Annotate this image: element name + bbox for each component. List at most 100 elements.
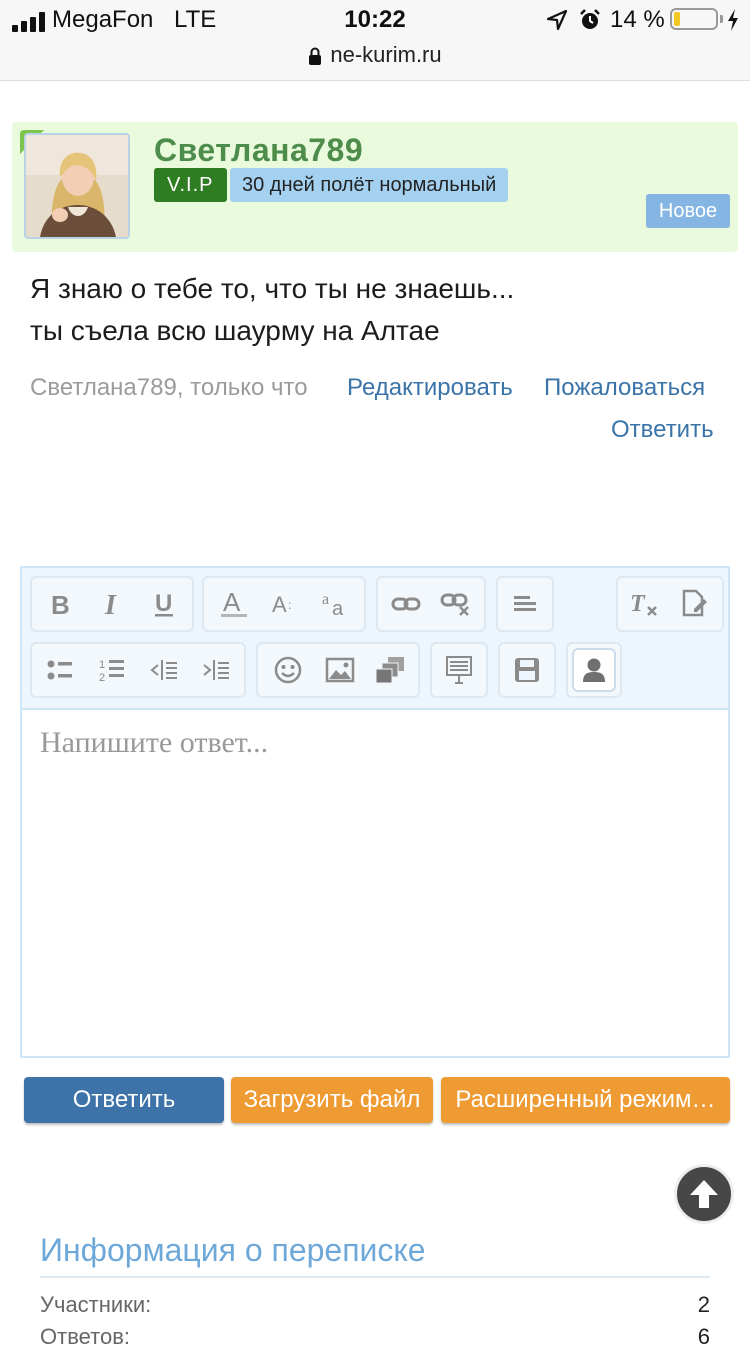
- svg-text:a: a: [332, 598, 344, 618]
- charging-icon: [728, 9, 738, 31]
- bold-button[interactable]: B: [38, 582, 82, 626]
- lock-icon: [309, 47, 322, 65]
- location-icon: [546, 9, 568, 31]
- bold-icon: B: [51, 591, 70, 617]
- svg-text:B: B: [51, 591, 70, 617]
- remove-link-button[interactable]: [434, 582, 478, 626]
- toolbar-group-text-style: B I U: [30, 576, 194, 632]
- image-icon: [325, 657, 355, 683]
- info-row-replies: Ответов: 6: [40, 1324, 710, 1350]
- svg-text:A: A: [272, 592, 287, 617]
- insert-image-button[interactable]: [318, 648, 362, 692]
- svg-text:I: I: [104, 591, 117, 617]
- italic-icon: I: [104, 591, 117, 617]
- toolbar-group-font: A A: aa: [202, 576, 366, 632]
- link-icon: [391, 597, 421, 611]
- outdent-button[interactable]: [142, 648, 186, 692]
- divider: [40, 1276, 710, 1278]
- drafts-button[interactable]: [672, 582, 716, 626]
- indent-icon: [203, 660, 229, 680]
- quote-icon: [446, 656, 472, 684]
- avatar[interactable]: [24, 133, 130, 239]
- message-author-time: Светлана789, только что: [30, 374, 308, 401]
- svg-text:2: 2: [99, 672, 105, 683]
- unlink-icon: [440, 593, 469, 616]
- smiley-icon: [274, 656, 302, 684]
- svg-text:1: 1: [99, 659, 105, 671]
- toolbar-group-links: [376, 576, 486, 632]
- bullet-list-icon: [47, 660, 72, 680]
- svg-text:a: a: [322, 591, 329, 608]
- mention-user-button[interactable]: [572, 648, 616, 692]
- outdent-icon: [150, 660, 177, 680]
- text-color-button[interactable]: A: [212, 582, 256, 626]
- new-badge: Новое: [646, 194, 730, 228]
- alarm-icon: [580, 9, 600, 29]
- quote-button[interactable]: [437, 648, 481, 692]
- info-value: 6: [697, 1324, 710, 1349]
- toolbar-group-tools: T: [616, 576, 724, 632]
- scroll-to-top-button[interactable]: [674, 1164, 734, 1224]
- font-size-icon: A:: [272, 592, 291, 617]
- media-icon: [375, 657, 404, 684]
- avatar-image: [26, 135, 128, 237]
- toolbar-group-media: [256, 642, 420, 698]
- report-link[interactable]: Пожаловаться: [544, 374, 705, 402]
- battery-icon: [670, 8, 718, 30]
- arrow-up-icon: [690, 1180, 718, 1208]
- save-icon: [515, 658, 539, 682]
- toolbar-group-lists: 12: [30, 642, 246, 698]
- status-bar: MegaFon LTE 10:22 14 % ne-kurim.ru: [0, 0, 750, 81]
- advanced-mode-button[interactable]: Расширенный режим…: [441, 1077, 730, 1123]
- edit-link[interactable]: Редактировать: [347, 374, 513, 402]
- indent-button[interactable]: [194, 648, 238, 692]
- underline-icon: U: [155, 590, 173, 617]
- align-button[interactable]: [503, 582, 547, 626]
- username-link[interactable]: Светлана789: [154, 132, 363, 169]
- text-color-icon: A: [221, 589, 247, 617]
- insert-media-button[interactable]: [368, 648, 412, 692]
- svg-text:A: A: [223, 589, 241, 617]
- draft-icon: [682, 589, 707, 617]
- reply-button[interactable]: Ответить: [24, 1077, 224, 1123]
- remove-format-button[interactable]: T: [622, 582, 666, 626]
- toolbar-group-save: [498, 642, 556, 698]
- editor-toolbar: B I U A A: aa T 1 2: [22, 568, 728, 710]
- info-label: Ответов:: [40, 1324, 130, 1349]
- info-value: 2: [697, 1292, 710, 1317]
- info-row-participants: Участники: 2: [40, 1292, 710, 1318]
- font-family-icon: aa: [322, 591, 344, 618]
- battery-percent: 14 %: [610, 6, 665, 33]
- font-family-button[interactable]: aa: [314, 582, 358, 626]
- numbered-list-icon: 12: [99, 659, 124, 683]
- url-text: ne-kurim.ru: [330, 42, 442, 67]
- insert-link-button[interactable]: [384, 582, 428, 626]
- upload-file-button[interactable]: Загрузить файл: [231, 1077, 433, 1123]
- bullet-list-button[interactable]: [38, 648, 82, 692]
- align-left-icon: [514, 596, 536, 611]
- message-text: Я знаю о тебе то, что ты не знаешь... ты…: [30, 273, 515, 346]
- battery-tip: [720, 15, 723, 23]
- conversation-info-title: Информация о переписке: [40, 1232, 426, 1268]
- svg-text::: :: [288, 598, 291, 612]
- toolbar-group-quote: [430, 642, 488, 698]
- vip-badge: V.I.P: [154, 168, 227, 202]
- info-label: Участники:: [40, 1292, 152, 1317]
- reply-textarea-placeholder[interactable]: Напишите ответ...: [40, 726, 268, 760]
- svg-text:T: T: [630, 591, 646, 617]
- toolbar-group-align: [496, 576, 554, 632]
- user-title-badge: 30 дней полёт нормальный: [230, 168, 509, 202]
- address-bar[interactable]: ne-kurim.ru: [0, 42, 750, 68]
- toolbar-group-user: [566, 642, 622, 698]
- italic-button[interactable]: I: [90, 582, 134, 626]
- numbered-list-button[interactable]: 12: [90, 648, 134, 692]
- svg-text:U: U: [155, 590, 172, 617]
- clear-format-icon: T: [630, 591, 657, 617]
- font-size-button[interactable]: A:: [264, 582, 308, 626]
- underline-button[interactable]: U: [142, 582, 186, 626]
- smilies-button[interactable]: [266, 648, 310, 692]
- save-draft-button[interactable]: [505, 648, 549, 692]
- reply-link[interactable]: Ответить: [611, 416, 714, 444]
- user-icon: [583, 658, 605, 682]
- reply-editor: B I U A A: aa T 1 2 Напишите ответ...: [20, 566, 730, 1058]
